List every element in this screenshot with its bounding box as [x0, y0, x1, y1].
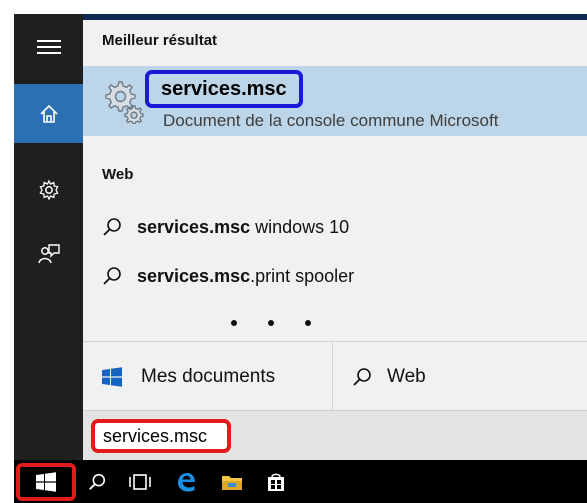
search-icon	[103, 218, 121, 236]
taskbar-search-button[interactable]	[80, 460, 114, 503]
file-explorer-button[interactable]	[214, 460, 250, 503]
best-result-highlight: services.msc	[145, 70, 303, 108]
feedback-icon	[37, 243, 60, 263]
web-heading: Web	[102, 166, 134, 183]
task-view-button[interactable]	[122, 460, 158, 503]
search-input[interactable]: services.msc	[91, 419, 231, 453]
more-dot	[231, 320, 237, 326]
windows-logo-icon	[102, 366, 122, 387]
search-icon	[89, 473, 106, 490]
settings-icon	[38, 179, 59, 200]
start-search-window: Meilleur résultat services.msc Document …	[0, 0, 587, 503]
file-explorer-icon	[222, 475, 242, 490]
start-button[interactable]	[16, 463, 76, 501]
windows-start-icon	[36, 472, 56, 492]
home-icon	[39, 104, 58, 123]
best-result-description: Document de la console commune Microsoft	[163, 111, 499, 130]
best-result-heading: Meilleur résultat	[102, 32, 218, 49]
store-icon	[268, 473, 284, 491]
tab-my-documents-label: Mes documents	[141, 365, 276, 387]
best-result-item[interactable]: services.msc Document de la console comm…	[83, 66, 587, 136]
results-panel: Meilleur résultat services.msc Document …	[83, 20, 587, 461]
feedback-button[interactable]	[14, 224, 83, 283]
more-results-indicator[interactable]	[231, 316, 311, 330]
web-suggestion-1[interactable]: services.msc windows 10	[101, 210, 349, 244]
web-suggestion-1-rest: windows 10	[250, 216, 350, 237]
edge-icon	[178, 472, 195, 492]
web-suggestion-2-rest: .print spooler	[250, 265, 355, 286]
search-icon	[353, 367, 371, 386]
search-bar: services.msc	[83, 410, 587, 461]
edge-button[interactable]	[168, 460, 204, 503]
web-suggestion-1-bold: services.msc	[137, 216, 251, 237]
web-suggestion-2-bold: services.msc	[137, 265, 251, 286]
settings-button[interactable]	[14, 160, 83, 219]
hamburger-menu-button[interactable]	[14, 17, 83, 76]
home-button[interactable]	[14, 84, 83, 143]
best-result-name: services.msc	[161, 77, 287, 100]
gears-icon	[105, 81, 144, 124]
search-icon	[103, 267, 121, 285]
left-rail	[14, 14, 83, 460]
tab-web-label: Web	[387, 365, 426, 387]
store-button[interactable]	[258, 460, 294, 503]
task-view-icon	[129, 473, 151, 490]
menu-icon	[36, 39, 61, 54]
taskbar	[14, 460, 587, 503]
filter-tabs: Mes documents Web	[83, 341, 587, 411]
tab-web[interactable]: Web	[351, 342, 426, 411]
tab-my-documents[interactable]: Mes documents	[101, 342, 275, 411]
web-suggestion-2[interactable]: services.msc .print spooler	[101, 259, 354, 293]
more-dot	[305, 320, 311, 326]
more-dot	[268, 320, 274, 326]
tab-divider	[332, 342, 333, 411]
